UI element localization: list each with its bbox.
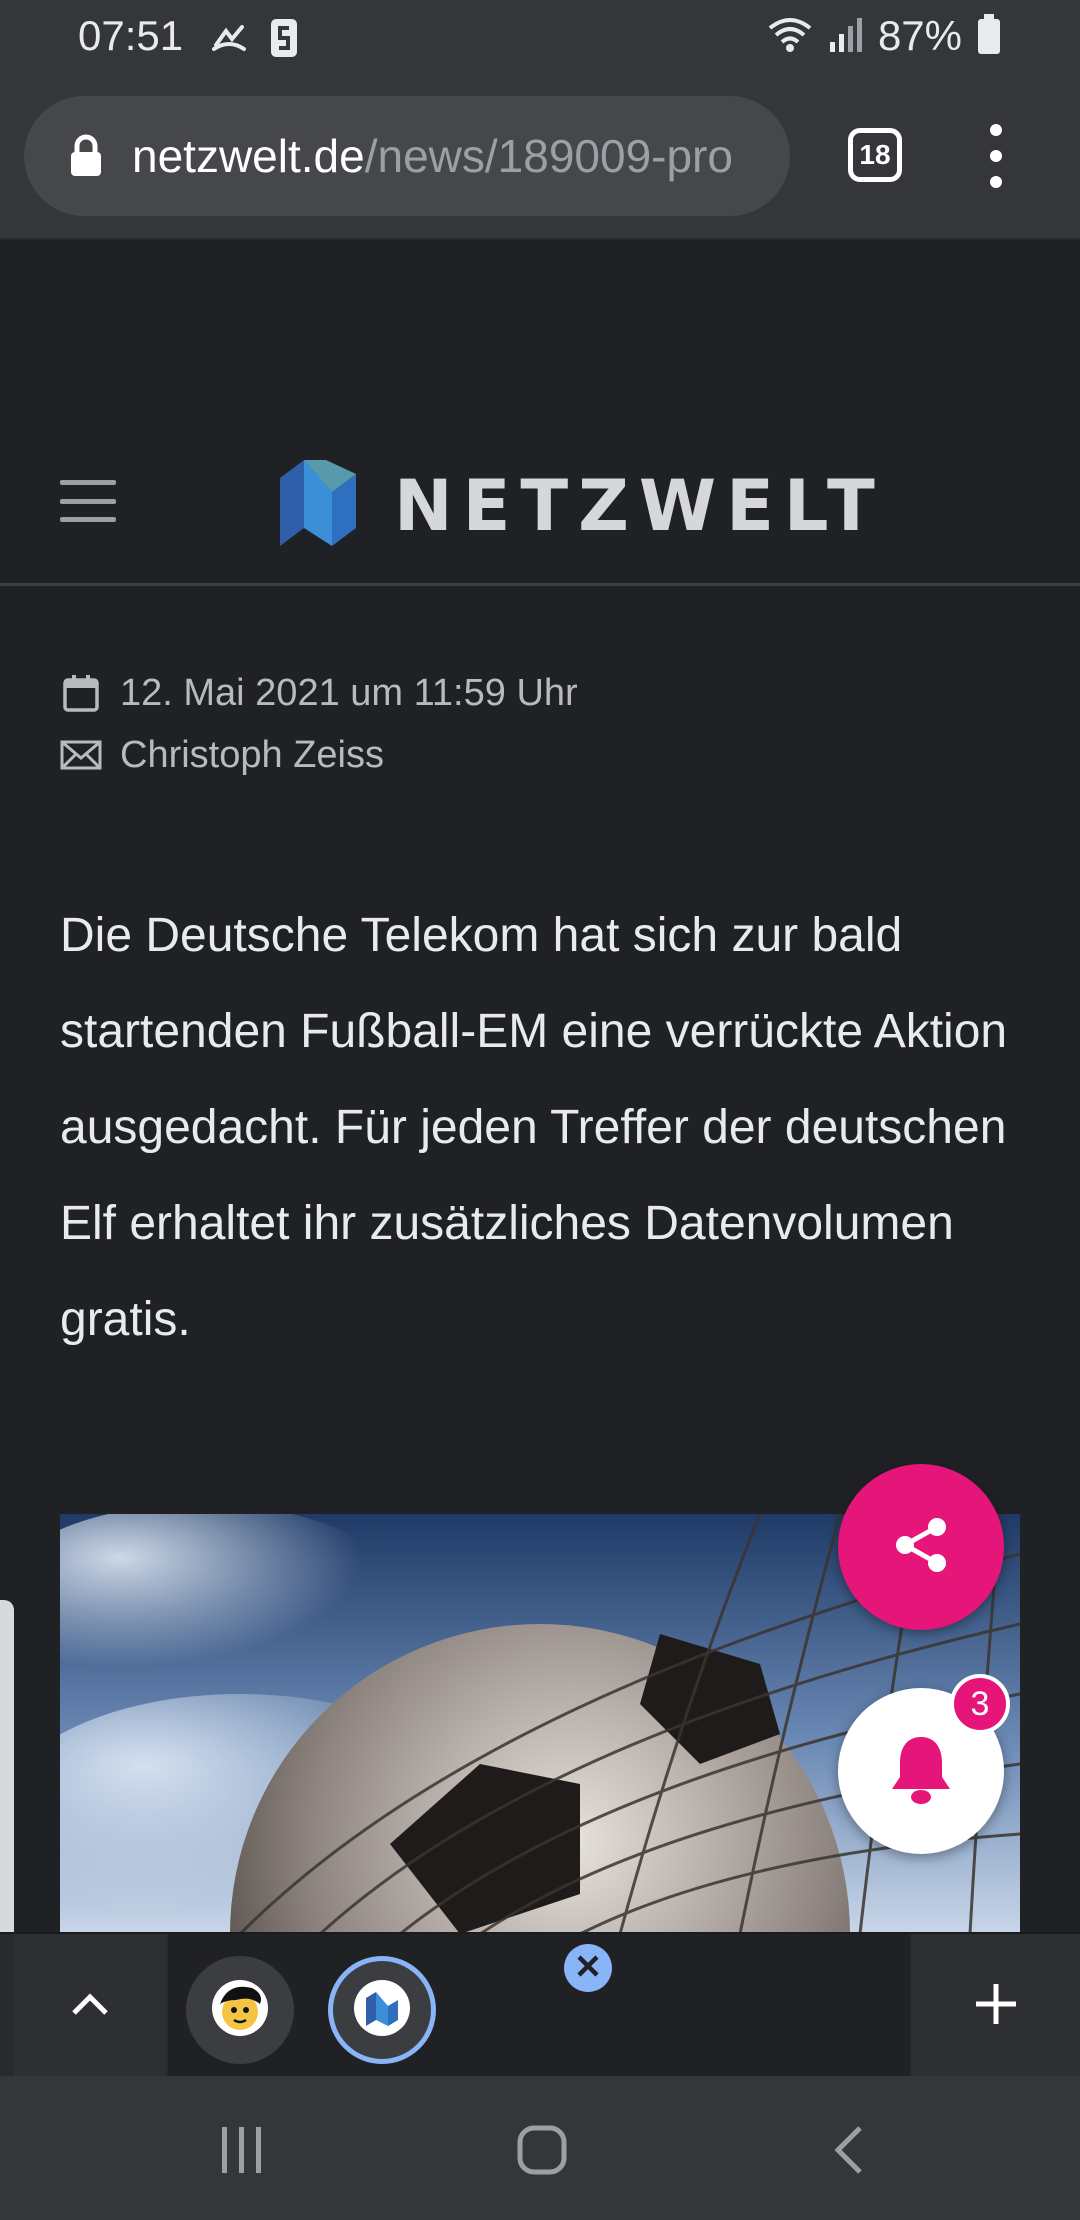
article-author[interactable]: Christoph Zeiss (120, 734, 384, 777)
tab-strip-expand-button[interactable] (14, 1934, 166, 2078)
s-app-icon (270, 18, 298, 63)
tab-strip-tabs (168, 1934, 910, 2078)
battery-icon (976, 13, 1002, 60)
missed-call-icon (210, 19, 248, 62)
close-tab-button[interactable] (564, 1944, 612, 1992)
close-icon (575, 1953, 601, 1984)
back-button[interactable] (818, 2122, 878, 2182)
netzwelt-logo-icon (278, 460, 358, 551)
home-button[interactable] (512, 2122, 572, 2182)
address-bar[interactable]: netzwelt.de/news/189009-pro (24, 96, 790, 216)
article-meta: 12. Mai 2021 um 11:59 Uhr Christoph Zeis… (60, 662, 1020, 786)
cartoon-face-icon (210, 1978, 270, 2043)
back-icon (830, 2124, 866, 2181)
menu-icon[interactable] (60, 480, 116, 522)
battery-percent: 87% (877, 12, 962, 59)
share-icon (891, 1515, 951, 1580)
netzwelt-favicon-icon (352, 1978, 412, 2043)
article-date-row: 12. Mai 2021 um 11:59 Uhr (60, 662, 1020, 724)
status-icons-right: 87% (766, 12, 1002, 60)
browser-toolbar: netzwelt.de/news/189009-pro 18 (0, 76, 1080, 240)
article-date: 12. Mai 2021 um 11:59 Uhr (120, 671, 578, 714)
url-path: /news/189009-pro (364, 130, 733, 182)
signal-icon (828, 14, 864, 59)
bell-icon (888, 1733, 954, 1810)
share-button[interactable] (838, 1464, 1004, 1630)
tab-strip (0, 1932, 1080, 2078)
url-domain: netzwelt.de (132, 130, 365, 182)
logo-text: NETZWELT (394, 464, 885, 547)
recent-apps-button[interactable] (212, 2122, 272, 2182)
wifi-icon (766, 14, 814, 59)
notification-count-badge: 3 (950, 1674, 1010, 1734)
calendar-icon (60, 672, 102, 714)
site-header: NETZWELT (0, 420, 1080, 586)
status-bar: 07:51 87% (0, 0, 1080, 76)
article-author-row[interactable]: Christoph Zeiss (60, 724, 1020, 786)
tab-thumbnail-netzwelt[interactable] (328, 1956, 436, 2064)
tab-thumbnail-cartoon[interactable] (186, 1956, 294, 2064)
chevron-up-icon (70, 1991, 110, 2022)
lock-icon (66, 132, 106, 180)
recent-apps-icon (218, 2125, 266, 2180)
plus-icon (972, 1980, 1020, 2033)
tab-switcher-button[interactable]: 18 (848, 128, 902, 182)
status-time: 07:51 (78, 12, 184, 59)
status-icons-left (210, 18, 298, 63)
system-nav-bar (0, 2076, 1080, 2220)
home-icon (516, 2124, 568, 2181)
article-lead: Die Deutsche Telekom hat sich zur bald s… (60, 909, 1008, 1346)
site-logo[interactable]: NETZWELT (278, 460, 885, 551)
url-text: netzwelt.de/news/189009-pro (132, 129, 772, 183)
mail-icon (60, 734, 102, 776)
more-options-icon[interactable] (978, 124, 1014, 188)
new-tab-button[interactable] (912, 1934, 1080, 2078)
